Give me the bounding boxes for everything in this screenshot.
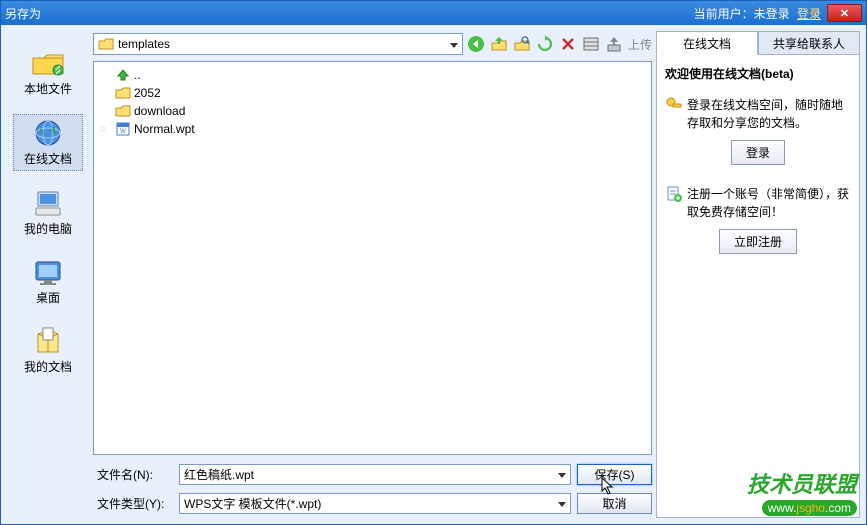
sidebar-item-local-files[interactable]: 本地文件 (13, 45, 83, 100)
file-name: Normal.wpt (134, 122, 195, 136)
tab-body: 欢迎使用在线文档(beta) 登录在线文档空间，随时随地存取和分享您的文档。 登… (656, 55, 860, 518)
folder-local-icon (30, 48, 66, 78)
desktop-icon (30, 257, 66, 287)
info-block-login: 登录在线文档空间，随时随地存取和分享您的文档。 (665, 96, 851, 132)
nav-toolbar: 上传 (467, 35, 652, 53)
sidebar-item-label: 本地文件 (24, 80, 72, 97)
save-as-dialog: 另存为 当前用户：未登录 登录 ✕ 本地文件 在线文档 我的电脑 桌面 (0, 0, 867, 525)
main-area: templates 上传 .. (93, 31, 652, 518)
sidebar-item-label: 桌面 (36, 289, 60, 306)
file-name: download (134, 104, 185, 118)
panel-register-button[interactable]: 立即注册 (719, 229, 797, 254)
login-link[interactable]: 登录 (797, 7, 821, 21)
back-button[interactable] (467, 35, 485, 53)
search-button[interactable] (513, 35, 531, 53)
delete-button[interactable] (559, 35, 577, 53)
view-button[interactable] (582, 35, 600, 53)
file-name: .. (134, 68, 141, 82)
title-bar: 另存为 当前用户：未登录 登录 ✕ (1, 1, 866, 25)
sidebar-item-label: 我的电脑 (24, 220, 72, 237)
window-title: 另存为 (5, 5, 694, 22)
sidebar-item-label: 在线文档 (24, 150, 72, 167)
cancel-button[interactable]: 取消 (577, 493, 652, 514)
user-status: 当前用户：未登录 登录 (694, 5, 821, 22)
filename-input[interactable]: 红色稿纸.wpt (179, 464, 571, 485)
path-dropdown[interactable]: templates (93, 33, 463, 55)
folder-icon (115, 104, 131, 118)
places-sidebar: 本地文件 在线文档 我的电脑 桌面 我的文档 (7, 31, 89, 518)
sidebar-item-label: 我的文档 (24, 358, 72, 375)
globe-icon (30, 118, 66, 148)
panel-login-button[interactable]: 登录 (731, 140, 785, 165)
up-arrow-icon (115, 68, 131, 82)
path-value: templates (118, 37, 170, 51)
wpt-file-icon: W (115, 122, 131, 136)
file-row-file[interactable]: ☆ W Normal.wpt (98, 120, 647, 138)
close-button[interactable]: ✕ (827, 4, 862, 22)
chevron-down-icon (558, 473, 566, 478)
file-row-folder[interactable]: download (98, 102, 647, 120)
up-button[interactable] (490, 35, 508, 53)
filename-label: 文件名(N): (93, 466, 173, 483)
right-panel: 在线文档 共享给联系人 欢迎使用在线文档(beta) 登录在线文档空间，随时随地… (656, 31, 860, 518)
tab-share-contacts[interactable]: 共享给联系人 (758, 31, 860, 55)
folder-icon (115, 86, 131, 100)
upload-label: 上传 (628, 36, 652, 53)
folder-icon (98, 37, 114, 51)
computer-icon (30, 188, 66, 218)
info-block-register: 注册一个账号（非常简便），获取免费存储空间！ (665, 185, 851, 221)
filetype-label: 文件类型(Y): (93, 495, 173, 512)
sidebar-item-online-docs[interactable]: 在线文档 (13, 114, 83, 171)
documents-icon (30, 326, 66, 356)
chevron-down-icon (558, 502, 566, 507)
file-name: 2052 (134, 86, 161, 100)
key-icon (665, 96, 683, 114)
tabs: 在线文档 共享给联系人 (656, 31, 860, 55)
register-icon (665, 185, 683, 203)
save-button[interactable]: 保存(S) (577, 464, 652, 485)
bottom-form: 文件名(N): 红色稿纸.wpt 保存(S) 文件类型(Y): WPS文字 模板… (93, 459, 652, 518)
svg-text:W: W (120, 129, 126, 135)
tab-online-docs[interactable]: 在线文档 (656, 31, 758, 55)
file-row-up[interactable]: .. (98, 66, 647, 84)
file-row-folder[interactable]: 2052 (98, 84, 647, 102)
upload-button[interactable] (605, 35, 623, 53)
sidebar-item-desktop[interactable]: 桌面 (13, 254, 83, 309)
panel-heading: 欢迎使用在线文档(beta) (665, 65, 794, 82)
path-toolbar: templates 上传 (93, 31, 652, 57)
sidebar-item-my-computer[interactable]: 我的电脑 (13, 185, 83, 240)
filetype-input[interactable]: WPS文字 模板文件(*.wpt) (179, 493, 571, 514)
star-icon[interactable]: ☆ (98, 124, 112, 135)
sidebar-item-my-documents[interactable]: 我的文档 (13, 323, 83, 378)
file-list[interactable]: .. 2052 download ☆ W Normal.wpt (93, 61, 652, 455)
chevron-down-icon (450, 43, 458, 48)
refresh-button[interactable] (536, 35, 554, 53)
